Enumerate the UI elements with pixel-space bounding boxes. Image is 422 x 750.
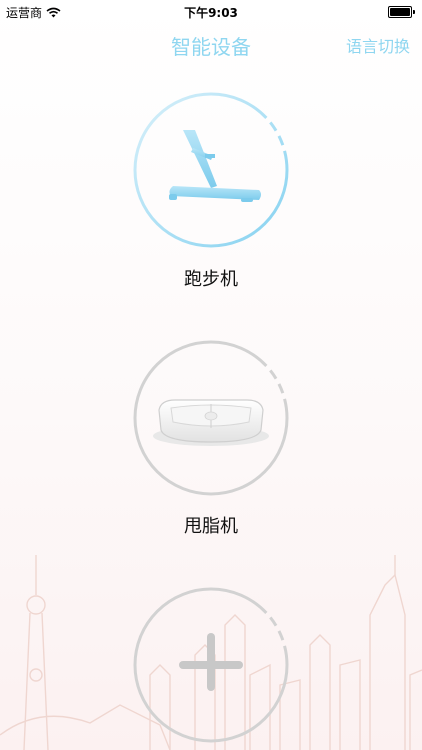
vibration-plate-label: 甩脂机 bbox=[184, 516, 238, 537]
vibration-plate-device-button[interactable] bbox=[131, 338, 291, 498]
treadmill-icon bbox=[169, 130, 261, 202]
language-switch-button[interactable]: 语言切换 bbox=[346, 33, 410, 57]
treadmill-device-button[interactable] bbox=[131, 90, 291, 250]
battery-icon bbox=[388, 6, 415, 18]
vibration-plate-icon bbox=[153, 399, 269, 446]
nav-bar: 智能设备 语言切换 bbox=[0, 22, 422, 66]
status-time: 下午9:03 bbox=[184, 6, 238, 20]
add-device-button[interactable] bbox=[131, 585, 291, 745]
treadmill-label: 跑步机 bbox=[184, 269, 238, 290]
status-bar: 运营商 下午9:03 bbox=[0, 0, 422, 22]
plus-icon bbox=[179, 633, 243, 691]
